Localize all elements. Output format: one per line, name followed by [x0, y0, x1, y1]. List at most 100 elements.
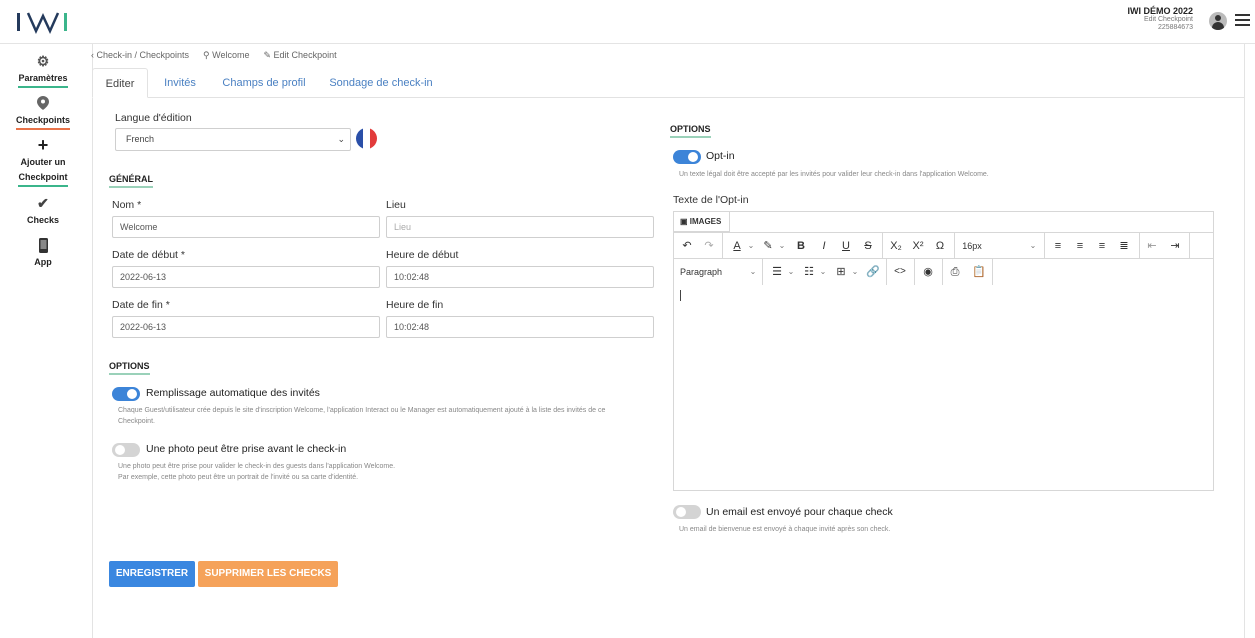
undo-icon[interactable]: ↶ — [680, 238, 694, 254]
sidebar: ⚙ Paramètres Checkpoints + Ajouter un Ch… — [0, 44, 86, 638]
user-avatar-icon[interactable] — [1209, 12, 1227, 30]
lieu-label: Lieu — [386, 199, 406, 211]
breadcrumb-welcome[interactable]: ⚲ Welcome — [203, 50, 249, 61]
heure-debut-label: Heure de début — [386, 249, 459, 261]
account-name: IWI DÉMO 2022 — [1127, 6, 1193, 16]
langue-select[interactable]: French ⌄ — [115, 128, 351, 151]
subscript-icon[interactable]: X₂ — [888, 238, 904, 254]
highlight-icon[interactable]: ✎ — [761, 238, 775, 254]
sidebar-item-label: Checks — [26, 215, 60, 225]
langue-select-value: French — [126, 134, 155, 144]
date-fin-input[interactable]: 2022-06-13 — [112, 316, 380, 338]
chevron-down-icon[interactable]: ⌄ — [851, 264, 859, 280]
content-divider-right — [1244, 44, 1245, 638]
save-button[interactable]: ENREGISTRER — [109, 561, 195, 587]
sidebar-item-checkpoints[interactable]: Checkpoints — [0, 96, 86, 130]
link-icon[interactable]: 🔗 — [866, 264, 880, 280]
align-left-icon[interactable]: ≡ — [1051, 238, 1065, 254]
text-color-icon[interactable]: A — [730, 238, 744, 254]
sidebar-item-label: Ajouter un — [20, 157, 66, 167]
check-icon: ✔ — [37, 195, 49, 211]
numbered-list-icon[interactable]: ☷ — [802, 264, 816, 280]
delete-checks-button[interactable]: SUPPRIMER LES CHECKS — [198, 561, 338, 587]
editor-toolbar-row-2: Paragraph ⌄ ☰ ⌄ ☷ ⌄ ⊞ ⌄ 🔗 <> ◉ ⎙ 📋 — [674, 258, 1213, 285]
heure-fin-input[interactable]: 10:02:48 — [386, 316, 654, 338]
hamburger-menu-icon[interactable] — [1235, 14, 1250, 27]
auto-fill-label: Remplissage automatique des invités — [146, 387, 320, 399]
chevron-down-icon[interactable]: ⌄ — [819, 264, 827, 280]
paste-icon[interactable]: 📋 — [972, 264, 986, 280]
table-icon[interactable]: ⊞ — [834, 264, 848, 280]
section-options-title: OPTIONS — [109, 361, 150, 375]
optin-toggle[interactable] — [673, 150, 701, 164]
breadcrumb-back[interactable]: ‹ Check-in / Checkpoints — [91, 50, 189, 61]
phone-icon — [0, 238, 86, 253]
sidebar-item-label: Checkpoints — [15, 113, 70, 130]
chevron-down-icon[interactable]: ⌄ — [778, 238, 786, 254]
date-fin-label: Date de fin * — [112, 299, 170, 311]
strikethrough-icon[interactable]: S — [861, 238, 875, 254]
paragraph-select[interactable]: Paragraph — [680, 264, 730, 280]
tab-sondage[interactable]: Sondage de check-in — [328, 68, 434, 98]
align-center-icon[interactable]: ≡ — [1073, 238, 1087, 254]
font-size-select[interactable]: 16px — [960, 238, 984, 254]
underline-icon[interactable]: U — [839, 238, 853, 254]
chevron-down-icon[interactable]: ⌄ — [748, 264, 758, 280]
auto-fill-description: Chaque Guest/utilisateur crée depuis le … — [118, 407, 606, 425]
sidebar-item-checks[interactable]: ✔ Checks — [0, 196, 86, 228]
superscript-icon[interactable]: X² — [910, 238, 926, 254]
chevron-down-icon[interactable]: ⌄ — [787, 264, 795, 280]
gear-icon: ⚙ — [36, 53, 50, 69]
sidebar-item-label: Paramètres — [18, 71, 68, 88]
bold-icon[interactable]: B — [794, 238, 808, 254]
account-id: 225884673 — [1157, 23, 1193, 31]
align-right-icon[interactable]: ≡ — [1095, 238, 1109, 254]
print-icon[interactable]: ⎙ — [948, 264, 962, 280]
redo-icon[interactable]: ↷ — [702, 238, 716, 254]
indent-icon[interactable]: ⇥ — [1168, 238, 1182, 254]
account-info[interactable]: IWI DÉMO 2022 Edit Checkpoint 225884673 — [1127, 6, 1193, 31]
editor-text-area[interactable] — [680, 290, 681, 301]
breadcrumb: ‹ Check-in / Checkpoints ⚲ Welcome ✎ Edi… — [91, 50, 337, 61]
date-debut-input[interactable]: 2022-06-13 — [112, 266, 380, 288]
map-pin-icon — [0, 96, 86, 111]
italic-icon[interactable]: I — [817, 238, 831, 254]
photo-description: Une photo peut être prise pour valider l… — [118, 463, 396, 481]
outdent-icon[interactable]: ⇤ — [1145, 238, 1159, 254]
bullet-list-icon[interactable]: ☰ — [770, 264, 784, 280]
tab-editer[interactable]: Editer — [92, 68, 148, 98]
special-char-icon[interactable]: Ω — [933, 238, 947, 254]
sidebar-item-app[interactable]: App — [0, 238, 86, 270]
align-justify-icon[interactable]: ≣ — [1117, 238, 1131, 254]
tab-champs-profil[interactable]: Champs de profil — [218, 68, 310, 98]
heure-fin-label: Heure de fin — [386, 299, 444, 311]
optin-description: Un texte légal doit être accepté par les… — [679, 171, 989, 178]
sidebar-item-label-2: Checkpoint — [18, 170, 68, 187]
langue-label: Langue d'édition — [115, 112, 192, 124]
account-subtitle: Edit Checkpoint — [1143, 16, 1193, 24]
chevron-down-icon[interactable]: ⌄ — [747, 238, 755, 254]
french-flag-icon — [356, 128, 377, 149]
email-description: Un email de bienvenue est envoyé à chaqu… — [679, 526, 891, 533]
nom-input[interactable]: Welcome — [112, 216, 380, 238]
email-toggle[interactable] — [673, 505, 701, 519]
plus-icon: + — [37, 135, 49, 155]
lieu-input[interactable]: Lieu — [386, 216, 654, 238]
photo-toggle[interactable] — [112, 443, 140, 457]
editor-images-tab[interactable]: ▣ IMAGES — [674, 212, 730, 232]
top-bar: IWI DÉMO 2022 Edit Checkpoint 225884673 — [0, 0, 1255, 44]
breadcrumb-edit: ✎ Edit Checkpoint — [263, 50, 337, 60]
content-divider — [92, 44, 93, 638]
sidebar-item-parametres[interactable]: ⚙ Paramètres — [0, 54, 86, 88]
chevron-down-icon[interactable]: ⌄ — [1028, 238, 1038, 254]
heure-debut-input[interactable]: 10:02:48 — [386, 266, 654, 288]
preview-eye-icon[interactable]: ◉ — [920, 264, 936, 280]
auto-fill-toggle[interactable] — [112, 387, 140, 401]
tab-bar: Editer Invités Champs de profil Sondage … — [92, 68, 1244, 98]
date-debut-label: Date de début * — [112, 249, 185, 261]
code-icon[interactable]: <> — [892, 264, 908, 280]
tab-invites[interactable]: Invités — [156, 68, 204, 98]
sidebar-item-ajouter-checkpoint[interactable]: + Ajouter un Checkpoint — [0, 135, 86, 187]
iwi-logo[interactable] — [14, 10, 70, 34]
email-label: Un email est envoyé pour chaque check — [706, 506, 893, 518]
